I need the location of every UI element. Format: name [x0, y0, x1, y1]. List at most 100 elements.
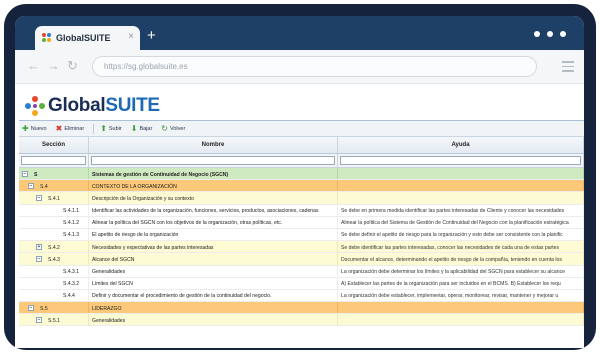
close-tab-icon[interactable]: ×	[128, 31, 134, 42]
section-cell: S.4.4	[19, 289, 89, 302]
help-cell	[338, 314, 584, 326]
name-cell: CONTEXTO DE LA ORGANIZACIÓN	[89, 180, 338, 192]
name-cell: Límites del SGCN	[89, 277, 338, 289]
hamburger-menu-icon[interactable]	[562, 61, 574, 75]
section-code: S.5	[40, 305, 48, 312]
browser-window: GlobalSUITE × + ← → ↻ https://sg.globals…	[15, 16, 584, 348]
section-cell: − S.4	[19, 180, 89, 192]
window-dot-icon[interactable]	[534, 31, 540, 37]
expand-icon[interactable]: +	[36, 244, 42, 251]
section-cell: − S.4.3	[19, 253, 89, 265]
arrow-up-icon: ⬆	[100, 123, 107, 133]
collapse-icon[interactable]: −	[28, 305, 34, 312]
section-code: S	[34, 171, 38, 178]
name-cell: Alcance del SGCN	[89, 253, 338, 265]
table-row[interactable]: − S.4.3 Alcance del SGCN Documentar el alca…	[19, 253, 584, 266]
name-cell: Definir y documentar el procedimiento de…	[89, 289, 338, 302]
table-row[interactable]: − S.5 LIDERAZGO	[19, 302, 584, 315]
table-row[interactable]: − S.4.1 Descripción de la Organización y s…	[19, 192, 584, 205]
table-row[interactable]: − S.4 CONTEXTO DE LA ORGANIZACIÓN	[19, 180, 584, 193]
tab-title: GlobalSUITE	[56, 33, 111, 43]
table-row[interactable]: − S.5.1 Generalidades	[19, 314, 584, 327]
section-code: S.4.3.2	[63, 281, 80, 288]
section-filter-input[interactable]	[21, 156, 86, 165]
section-code: S.4.1	[48, 195, 60, 202]
table-row[interactable]: S.4.4 Definir y documentar el procedimien…	[19, 289, 584, 303]
move-up-button[interactable]: ⬆ Subir	[100, 123, 122, 133]
help-cell	[338, 302, 584, 314]
name-cell: Generalidades	[89, 265, 338, 277]
section-cell: S.4.3.2	[19, 277, 89, 289]
name-cell: Alinear la política del SGCN con los obj…	[89, 216, 338, 228]
back-button[interactable]: ↻ Volver	[161, 123, 185, 133]
arrow-down-icon: ⬇	[130, 123, 138, 133]
section-code: S.4.3.1	[63, 269, 80, 275]
help-cell	[338, 180, 584, 192]
column-header-name[interactable]: Nombre	[89, 137, 338, 153]
new-tab-button[interactable]: +	[147, 28, 156, 43]
table-row[interactable]: S.4.3.1 Generalidades La organización debe…	[19, 265, 584, 278]
table-row[interactable]: S.4.1.1 Identificar las actividades de la…	[19, 204, 584, 217]
browser-tab[interactable]: GlobalSUITE ×	[35, 26, 140, 50]
table-row[interactable]: − S Sistemas de gestión de Continuidad de …	[19, 168, 584, 181]
plus-icon: ✚	[22, 123, 29, 133]
section-cell: − S.5	[19, 302, 89, 314]
help-filter-input[interactable]	[340, 156, 581, 165]
reload-icon[interactable]: ↻	[67, 59, 78, 73]
help-cell: La organización debe determinar los lími…	[338, 265, 584, 277]
window-dot-icon[interactable]	[560, 31, 566, 37]
table-row[interactable]: S.4.1.3 El apetito de riesgo de la organi…	[19, 228, 584, 242]
section-code: S.4.1.1	[63, 208, 80, 215]
help-cell: Se debe definir el apetito de riesgo par…	[338, 228, 584, 241]
table-row[interactable]: + S.4.2 Necesidades y expectativas de las …	[19, 241, 584, 254]
toolbar-divider	[93, 123, 95, 134]
help-cell: A) Establecer las partes de la organizac…	[338, 277, 584, 289]
filter-row	[19, 154, 584, 168]
section-code: S.4.4	[63, 293, 75, 300]
help-cell	[338, 192, 584, 204]
column-header-help[interactable]: Ayuda	[338, 137, 584, 153]
forward-arrow-icon[interactable]: →	[47, 59, 60, 73]
delete-button[interactable]: ✖ Eliminar	[55, 123, 85, 133]
new-button[interactable]: ✚ Nuevo	[22, 123, 47, 133]
globalsuite-favicon-icon	[42, 33, 52, 43]
window-controls[interactable]	[534, 31, 566, 37]
section-code: S.4.2	[48, 244, 60, 251]
help-cell: Se debe identificar las partes interesad…	[338, 241, 584, 253]
name-filter-input[interactable]	[91, 156, 335, 165]
logo-mark-icon	[25, 96, 45, 116]
column-header-section[interactable]: Sección	[19, 137, 89, 153]
collapse-icon[interactable]: −	[36, 317, 42, 324]
table-row[interactable]: S.4.1.2 Alinear la política del SGCN con …	[19, 216, 584, 229]
help-cell: Se debe en primera medida identificar la…	[338, 204, 584, 216]
name-cell: El apetito de riesgo de la organización	[89, 228, 338, 241]
collapse-icon[interactable]: −	[22, 171, 28, 177]
collapse-icon[interactable]: −	[36, 195, 42, 202]
back-arrow-icon[interactable]: ←	[27, 59, 40, 73]
name-cell: Necesidades y expectativas de las partes…	[89, 241, 338, 253]
table-row[interactable]: S.4.3.2 Límites del SGCN A) Establecer las…	[19, 277, 584, 290]
collapse-icon[interactable]: −	[28, 183, 34, 190]
help-cell: Alinear la política del Sistema de Gesti…	[338, 216, 584, 228]
help-cell: La organización debe establecer, impleme…	[338, 289, 584, 302]
grid-toolbar: ✚ Nuevo ✖ Eliminar ⬆ Subir ⬇ Bajar ↻ Vol…	[19, 121, 584, 137]
logo-wordmark: GlobalSUITE	[48, 95, 160, 116]
window-dot-icon[interactable]	[547, 31, 553, 37]
device-frame: GlobalSUITE × + ← → ↻ https://sg.globals…	[4, 4, 596, 350]
return-icon: ↻	[161, 123, 168, 133]
name-cell: Sistemas de gestión de Continuidad de Ne…	[89, 168, 338, 180]
requirements-grid: ✚ Nuevo ✖ Eliminar ⬆ Subir ⬇ Bajar ↻ Vol…	[19, 120, 584, 348]
section-code: S.4.1.3	[63, 232, 80, 239]
name-cell: Identificar las actividades de la organi…	[89, 204, 338, 216]
section-cell: S.4.1.1	[19, 204, 89, 216]
collapse-icon[interactable]: −	[36, 256, 42, 263]
move-down-button[interactable]: ⬇ Bajar	[130, 123, 153, 133]
grid-header: Sección Nombre Ayuda	[19, 137, 584, 154]
delete-x-icon: ✖	[55, 123, 63, 133]
section-cell: − S	[19, 168, 89, 180]
section-cell: − S.4.1	[19, 192, 89, 204]
globalsuite-logo: GlobalSUITE	[25, 95, 160, 117]
name-cell: Descripción de la Organización y su cont…	[89, 192, 338, 204]
section-code: S.4	[40, 183, 48, 190]
url-field[interactable]: https://sg.globalsuite.es	[92, 56, 537, 77]
